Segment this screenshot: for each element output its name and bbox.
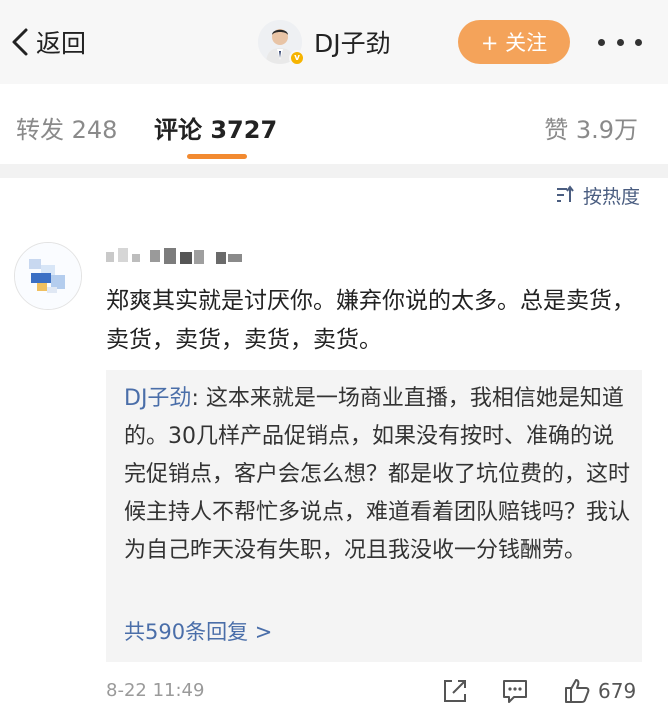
reply-box[interactable]: DJ子劲: 这本来就是一场商业直播，我相信她是知道的。30几样产品促销点，如果没… [106, 370, 642, 662]
more-dots-icon[interactable] [598, 28, 642, 56]
dot [598, 38, 605, 46]
share-button[interactable] [440, 676, 470, 706]
share-icon [444, 680, 466, 702]
comment-button[interactable] [500, 676, 530, 706]
tab-reposts[interactable]: 转发 248 [16, 110, 117, 145]
sort-label: 按热度 [582, 185, 640, 208]
dot [616, 38, 624, 46]
comment-time: 8-22 11:49 [106, 680, 205, 701]
comment-icon [503, 680, 527, 703]
like-button[interactable]: 679 [562, 676, 636, 706]
tab-count: 3727 [210, 116, 278, 144]
tab-label: 评论 [154, 116, 202, 144]
reply-text: 这本来就是一场商业直播，我相信她是知道的。30几样产品促销点，如果没有按时、准确… [124, 386, 631, 563]
verified-badge-icon: v [289, 50, 305, 66]
tab-comments[interactable]: 评论 3727 [154, 110, 277, 145]
back-button[interactable]: 返回 [8, 22, 86, 62]
sort-button[interactable]: 按热度 [555, 182, 640, 208]
view-replies-link[interactable]: 共590条回复 > [124, 616, 272, 646]
tab-label: 赞 [544, 116, 569, 144]
chevron-left-icon [12, 28, 28, 56]
commenter-avatar[interactable] [14, 242, 82, 310]
tab-bar: 转发 248 评论 3727 赞 3.9万 [0, 84, 668, 164]
nav-bar: 返回 v DJ子劲 + 关注 [0, 0, 668, 84]
author-avatar[interactable]: v [258, 20, 305, 66]
section-divider [0, 164, 668, 178]
tab-likes[interactable]: 赞 3.9万 [544, 110, 638, 145]
like-count: 679 [598, 679, 637, 703]
follow-button[interactable]: + 关注 [458, 20, 570, 64]
reply-separator: : [191, 386, 206, 411]
tab-count: 3.9万 [575, 116, 638, 144]
reply-author[interactable]: DJ子劲 [124, 386, 191, 411]
tab-count: 248 [71, 116, 118, 144]
active-tab-indicator [187, 154, 247, 159]
author-name: DJ子劲 [314, 29, 391, 58]
commenter-name-blurred[interactable] [106, 244, 256, 268]
commenter-avatar-image [15, 243, 81, 309]
reply-text-block: DJ子劲: 这本来就是一场商业直播，我相信她是知道的。30几样产品促销点，如果没… [124, 380, 630, 570]
comment-text: 郑爽其实就是讨厌你。嫌弃你说的太多。总是卖货，卖货，卖货，卖货，卖货。 [106, 288, 635, 353]
dot [635, 38, 642, 46]
author-header[interactable]: v DJ子劲 [258, 18, 391, 66]
tab-label: 转发 [16, 116, 64, 144]
back-label: 返回 [36, 29, 87, 58]
sort-icon [556, 185, 574, 202]
thumbs-up-icon [565, 679, 590, 703]
